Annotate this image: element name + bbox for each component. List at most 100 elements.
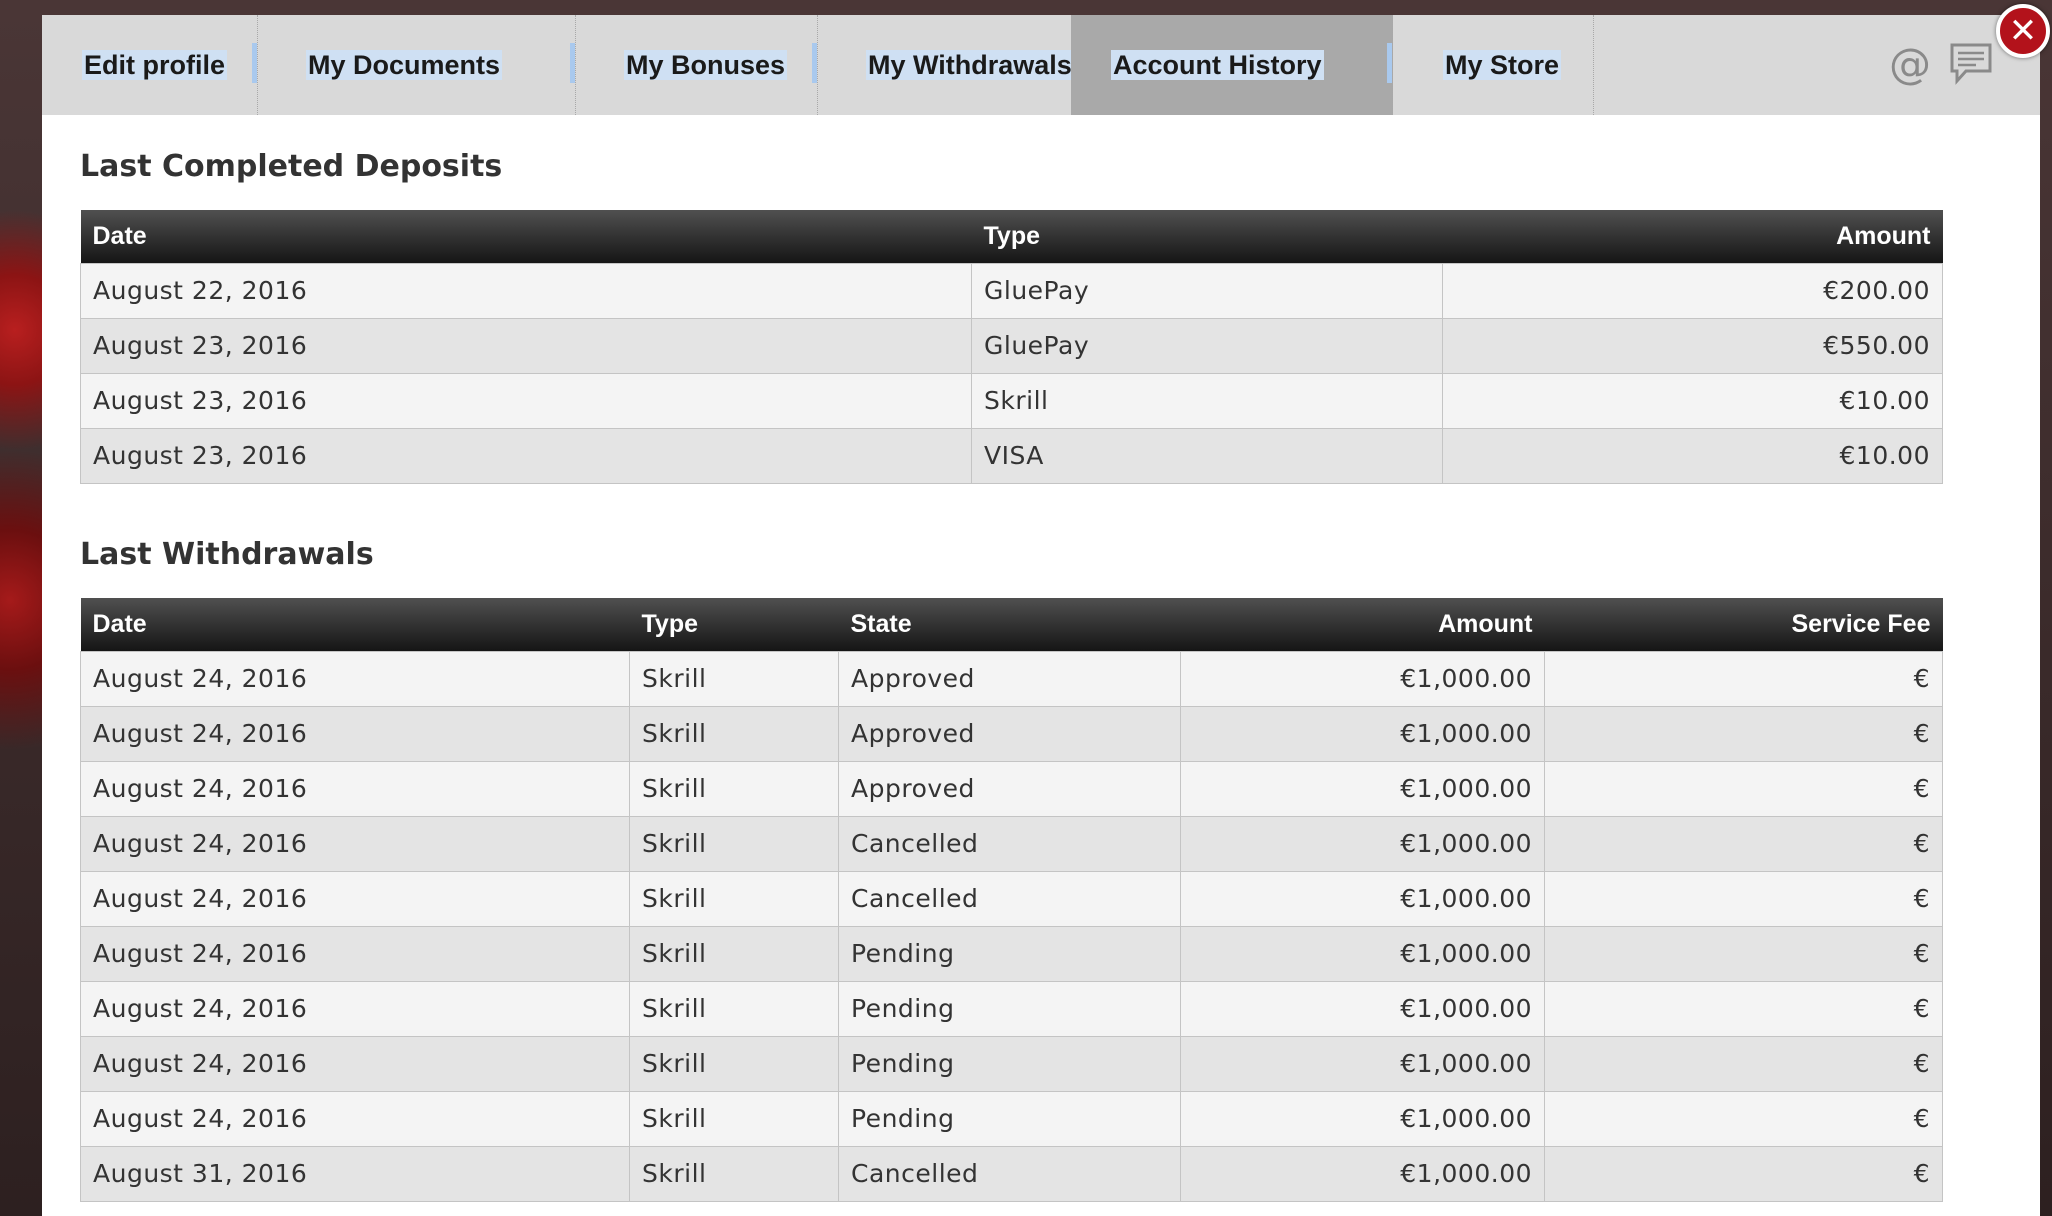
cell-type: Skrill <box>629 650 839 707</box>
tab-my-documents[interactable]: My Documents <box>252 15 576 115</box>
cell-date: August 24, 2016 <box>80 1035 630 1092</box>
cell-state: Pending <box>838 925 1181 982</box>
tab-my-store[interactable]: My Store <box>1387 15 1594 115</box>
cell-state: Cancelled <box>838 870 1181 927</box>
close-icon[interactable]: ✕ <box>1996 4 2050 58</box>
table-row: August 24, 2016 Skrill Cancelled €1,000.… <box>80 870 1943 927</box>
cell-type: Skrill <box>971 372 1443 429</box>
table-row: August 24, 2016 Skrill Approved €1,000.0… <box>80 650 1943 707</box>
tab-label: My Bonuses <box>624 50 788 80</box>
cell-type: Skrill <box>629 980 839 1037</box>
cell-amount: €1,000.00 <box>1180 980 1545 1037</box>
cell-date: August 24, 2016 <box>80 980 630 1037</box>
deposits-title: Last Completed Deposits <box>80 149 503 184</box>
cell-service-fee: € <box>1544 980 1943 1037</box>
col-header-amount: Amount <box>1442 210 1943 263</box>
cell-state: Approved <box>838 705 1181 762</box>
cell-state: Approved <box>838 760 1181 817</box>
tab-label: My Documents <box>306 50 503 80</box>
cell-amount: €1,000.00 <box>1180 760 1545 817</box>
cell-service-fee: € <box>1544 1090 1943 1147</box>
col-header-type: Type <box>971 210 1443 263</box>
cell-date: August 31, 2016 <box>80 1145 630 1202</box>
cell-amount: €1,000.00 <box>1180 925 1545 982</box>
chat-bubble-icon[interactable] <box>1948 39 1994 89</box>
cell-amount: €1,000.00 <box>1180 815 1545 872</box>
cell-type: Skrill <box>629 1145 839 1202</box>
table-row: August 23, 2016 Skrill €10.00 <box>80 372 1943 429</box>
cell-type: Skrill <box>629 815 839 872</box>
cell-state: Approved <box>838 650 1181 707</box>
cell-date: August 22, 2016 <box>80 262 972 319</box>
cell-service-fee: € <box>1544 925 1943 982</box>
cell-amount: €10.00 <box>1442 372 1943 429</box>
tab-separator <box>570 43 575 83</box>
tab-separator <box>1387 43 1392 83</box>
table-row: August 24, 2016 Skrill Pending €1,000.00… <box>80 1090 1943 1147</box>
cell-date: August 24, 2016 <box>80 760 630 817</box>
cell-type: Skrill <box>629 925 839 982</box>
table-row: August 22, 2016 GluePay €200.00 <box>80 262 1943 319</box>
cell-service-fee: € <box>1544 705 1943 762</box>
cell-date: August 24, 2016 <box>80 705 630 762</box>
cell-state: Cancelled <box>838 815 1181 872</box>
cell-state: Cancelled <box>838 1145 1181 1202</box>
tab-my-withdrawals[interactable]: My Withdrawals <box>812 15 1106 115</box>
cell-date: August 23, 2016 <box>80 427 972 484</box>
table-row: August 24, 2016 Skrill Pending €1,000.00… <box>80 980 1943 1037</box>
cell-service-fee: € <box>1544 870 1943 927</box>
col-header-date: Date <box>80 598 630 651</box>
cell-type: VISA <box>971 427 1443 484</box>
table-row: August 24, 2016 Skrill Pending €1,000.00… <box>80 1035 1943 1092</box>
table-row: August 24, 2016 Skrill Pending €1,000.00… <box>80 925 1943 982</box>
cell-amount: €1,000.00 <box>1180 650 1545 707</box>
col-header-state: State <box>838 598 1181 651</box>
col-header-amount: Amount <box>1180 598 1545 651</box>
table-row: August 31, 2016 Skrill Cancelled €1,000.… <box>80 1145 1943 1202</box>
tab-separator <box>252 43 257 83</box>
cell-amount: €1,000.00 <box>1180 705 1545 762</box>
cell-type: Skrill <box>629 1035 839 1092</box>
cell-amount: €1,000.00 <box>1180 870 1545 927</box>
col-header-service-fee: Service Fee <box>1544 598 1943 651</box>
table-row: August 23, 2016 VISA €10.00 <box>80 427 1943 484</box>
table-row: August 23, 2016 GluePay €550.00 <box>80 317 1943 374</box>
tab-separator <box>812 43 817 83</box>
cell-type: GluePay <box>971 317 1443 374</box>
cell-amount: €10.00 <box>1442 427 1943 484</box>
tab-bar: Edit profile My Documents My Bonuses My … <box>42 15 2040 115</box>
cell-service-fee: € <box>1544 650 1943 707</box>
cell-amount: €1,000.00 <box>1180 1035 1545 1092</box>
cell-state: Pending <box>838 980 1181 1037</box>
cell-service-fee: € <box>1544 1035 1943 1092</box>
cell-amount: €1,000.00 <box>1180 1145 1545 1202</box>
cell-type: Skrill <box>629 760 839 817</box>
cell-service-fee: € <box>1544 1145 1943 1202</box>
cell-type: Skrill <box>629 1090 839 1147</box>
tab-edit-profile[interactable]: Edit profile <box>42 15 258 115</box>
cell-date: August 24, 2016 <box>80 1090 630 1147</box>
table-row: August 24, 2016 Skrill Cancelled €1,000.… <box>80 815 1943 872</box>
cell-date: August 23, 2016 <box>80 372 972 429</box>
account-modal: Edit profile My Documents My Bonuses My … <box>42 15 2040 1216</box>
cell-date: August 24, 2016 <box>80 650 630 707</box>
table-header-row: Date Type Amount <box>80 210 1943 263</box>
withdrawals-title: Last Withdrawals <box>80 537 374 572</box>
cell-amount: €200.00 <box>1442 262 1943 319</box>
cell-type: GluePay <box>971 262 1443 319</box>
cell-type: Skrill <box>629 705 839 762</box>
cell-type: Skrill <box>629 870 839 927</box>
deposits-table: Date Type Amount August 22, 2016 GluePay… <box>80 210 1943 484</box>
cell-date: August 24, 2016 <box>80 870 630 927</box>
cell-service-fee: € <box>1544 760 1943 817</box>
tab-label: Edit profile <box>82 50 227 80</box>
tab-my-bonuses[interactable]: My Bonuses <box>570 15 818 115</box>
at-icon[interactable]: @ <box>1888 39 1932 89</box>
cell-state: Pending <box>838 1035 1181 1092</box>
tab-account-history[interactable]: Account History <box>1071 15 1393 115</box>
cell-service-fee: € <box>1544 815 1943 872</box>
table-header-row: Date Type State Amount Service Fee <box>80 598 1943 651</box>
col-header-date: Date <box>80 210 972 263</box>
table-row: August 24, 2016 Skrill Approved €1,000.0… <box>80 760 1943 817</box>
withdrawals-table: Date Type State Amount Service Fee Augus… <box>80 598 1943 1202</box>
